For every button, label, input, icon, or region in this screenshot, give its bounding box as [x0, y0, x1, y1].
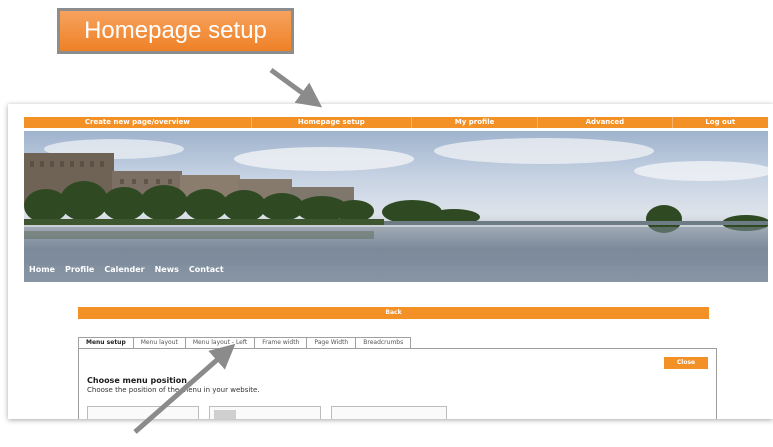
close-button[interactable]: Close — [664, 357, 708, 369]
panel-description: Choose the position of the menu in your … — [87, 386, 260, 394]
back-button[interactable]: Back — [78, 307, 709, 319]
tab-breadcrumbs[interactable]: Breadcrumbs — [355, 337, 412, 348]
topnav-advanced[interactable]: Advanced — [538, 117, 673, 128]
menu-position-option[interactable] — [87, 406, 199, 419]
nav-news[interactable]: News — [150, 262, 184, 278]
nav-calender[interactable]: Calender — [99, 262, 149, 278]
lake-banner-image: Home Profile Calender News Contact — [24, 131, 768, 282]
topnav-create-page[interactable]: Create new page/overview — [24, 117, 252, 128]
tab-menu-layout-left[interactable]: Menu layout - Left — [184, 337, 256, 348]
setup-tabs: Menu setup Menu layout Menu layout - Lef… — [78, 337, 412, 348]
tab-page-width[interactable]: Page Width — [306, 337, 357, 348]
arrow-to-homepage-setup — [269, 67, 323, 108]
menu-position-option[interactable] — [331, 406, 447, 419]
menu-setup-panel: Close Choose menu position Choose the po… — [78, 348, 717, 419]
option-thumbnail — [214, 410, 236, 419]
tab-frame-width[interactable]: Frame width — [254, 337, 308, 348]
lake-scenery-graphic — [24, 138, 768, 265]
admin-top-nav: Create new page/overview Homepage setup … — [24, 117, 768, 128]
homepage-setup-callout: Homepage setup — [57, 8, 294, 54]
panel-title: Choose menu position — [87, 376, 187, 385]
website-screenshot: Create new page/overview Homepage setup … — [8, 104, 773, 419]
topnav-log-out[interactable]: Log out — [673, 117, 768, 128]
menu-position-option[interactable] — [209, 406, 321, 419]
topnav-homepage-setup[interactable]: Homepage setup — [252, 117, 412, 128]
tab-menu-setup[interactable]: Menu setup — [78, 337, 134, 348]
site-main-nav: Home Profile Calender News Contact — [24, 262, 229, 278]
nav-contact[interactable]: Contact — [184, 262, 229, 278]
nav-home[interactable]: Home — [24, 262, 60, 278]
tab-menu-layout[interactable]: Menu layout — [132, 337, 186, 348]
topnav-my-profile[interactable]: My profile — [412, 117, 539, 128]
nav-profile[interactable]: Profile — [60, 262, 99, 278]
